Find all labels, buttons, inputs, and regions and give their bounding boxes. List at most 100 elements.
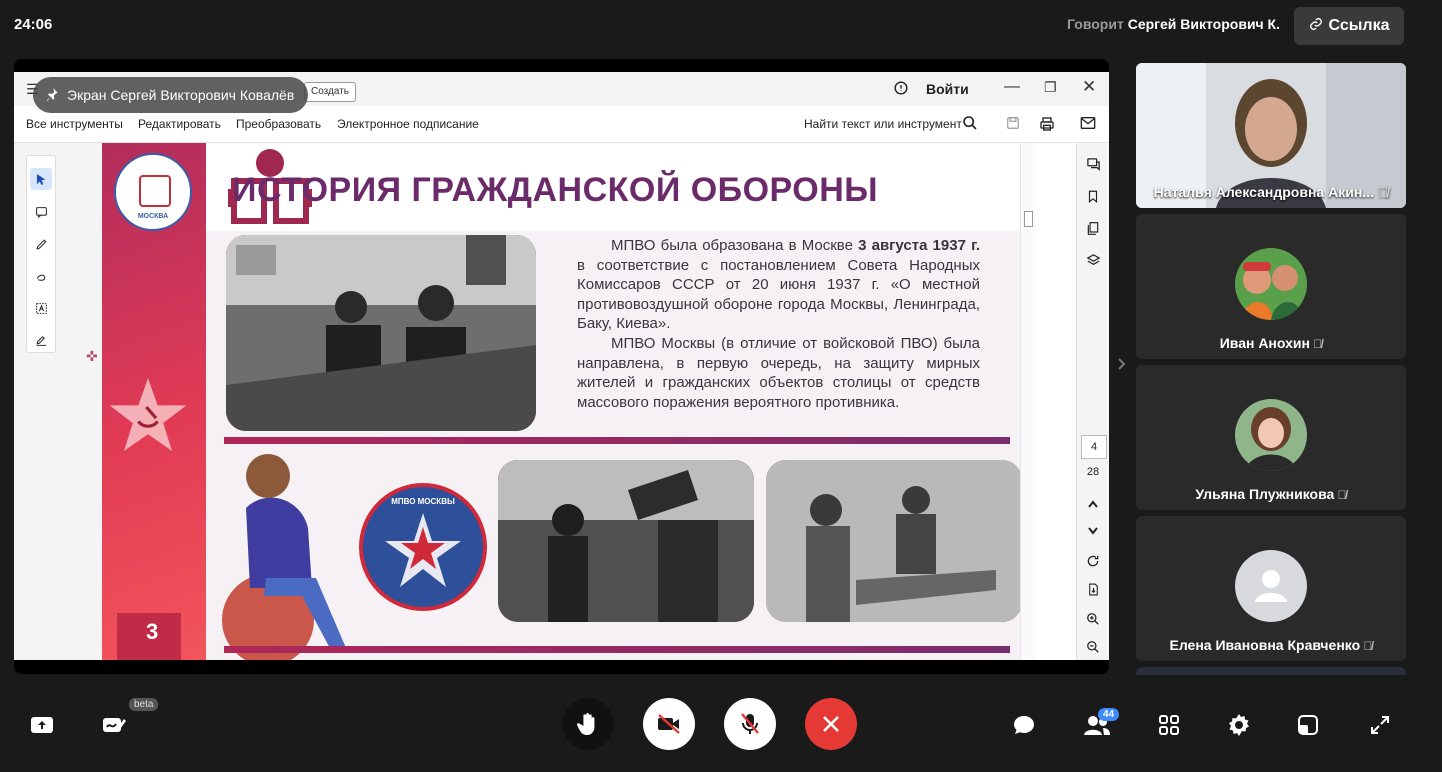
slide-divider — [224, 437, 1010, 444]
participant-tile-5-peek[interactable] — [1136, 667, 1406, 675]
page-total: 28 — [1086, 466, 1100, 478]
para2: МПВО Москвы (в отличие от войсковой ПВО)… — [577, 334, 980, 411]
print-icon[interactable] — [1039, 116, 1055, 137]
para1-start: МПВО была образована в Москве — [611, 237, 859, 254]
participant-tile-2[interactable]: Иван Анохин 🎙̸ — [1136, 214, 1406, 359]
mic-off-icon — [741, 713, 759, 734]
methodical-center-logo: МОСКВА — [114, 153, 192, 231]
pin-icon — [45, 87, 59, 104]
upload-icon — [31, 717, 53, 733]
mic-toggle-button[interactable] — [724, 698, 776, 750]
expand-icon — [1371, 716, 1389, 734]
minimize-icon[interactable]: — — [1004, 78, 1020, 96]
vertical-scrollbar[interactable] — [1020, 143, 1035, 660]
chat-button[interactable] — [1004, 705, 1044, 745]
export-pdf-icon[interactable] — [1082, 578, 1104, 600]
comments-icon[interactable] — [1082, 153, 1104, 175]
screen-share-label[interactable]: Экран Сергей Викторович Ковалёв — [33, 77, 309, 113]
comment-tool-icon[interactable] — [30, 201, 52, 223]
participant-name: Наталья Александровна Акин... 🎙̸ — [1153, 184, 1389, 200]
slide-title: ИСТОРИЯ ГРАЖДАНСКОЙ ОБОРОНЫ — [232, 171, 879, 209]
scroll-thumb[interactable] — [1024, 211, 1033, 227]
participant-name: Иван Анохин 🎙̸ — [1219, 335, 1323, 351]
crosshair-cursor-icon: ✜ — [86, 348, 98, 364]
whiteboard-icon — [103, 718, 126, 732]
rotate-icon[interactable] — [1082, 550, 1104, 572]
mic-off-icon: 🎙̸ — [1360, 639, 1373, 653]
create-button[interactable]: Создать — [304, 82, 357, 102]
end-call-button[interactable] — [805, 698, 857, 750]
chevron-down-icon[interactable] — [1082, 520, 1104, 542]
picture-in-picture-button[interactable] — [1288, 705, 1328, 745]
participant-tile-3[interactable]: Ульяна Плужникова 🎙̸ — [1136, 365, 1406, 510]
raise-hand-button[interactable] — [562, 698, 614, 750]
save-icon[interactable] — [1006, 116, 1020, 135]
slide-body-text: МПВО была образована в Москве 3 августа … — [577, 236, 980, 412]
mail-icon[interactable] — [1080, 116, 1096, 135]
camera-toggle-button[interactable] — [643, 698, 695, 750]
chevron-up-icon[interactable] — [1082, 493, 1104, 515]
select-tool-icon[interactable] — [30, 168, 52, 190]
bookmark-icon[interactable] — [1082, 185, 1104, 207]
mic-off-icon: 🎙̸ — [1334, 488, 1347, 502]
sign-tool-icon[interactable] — [30, 329, 52, 351]
avatar — [1235, 248, 1307, 320]
zoom-in-icon[interactable] — [1082, 608, 1104, 630]
layers-icon[interactable] — [1082, 249, 1104, 271]
acrobat-window: ☰ Создать Войти — ❐ ✕ Все инструменты Ре… — [14, 72, 1109, 660]
participant-tile-1[interactable]: Наталья Александровна Акин... 🎙̸ — [1136, 63, 1406, 208]
draw-tool-icon[interactable] — [30, 266, 52, 288]
gear-icon — [1229, 714, 1249, 736]
para1-date: 3 августа 1937 г. — [858, 237, 980, 254]
participant-name: Елена Ивановна Кравченко 🎙̸ — [1169, 637, 1373, 653]
menu-esign[interactable]: Электронное подписание — [337, 117, 479, 131]
para1-end: в соответствие с постановлением Совета Н… — [577, 256, 980, 333]
search-icon[interactable] — [962, 115, 978, 136]
menu-edit[interactable]: Редактировать — [138, 117, 221, 131]
highlight-tool-icon[interactable] — [30, 233, 52, 255]
page-number-input[interactable]: 4 — [1081, 435, 1107, 459]
close-icon — [823, 716, 839, 732]
settings-button[interactable] — [1219, 705, 1259, 745]
participant-tile-4[interactable]: Елена Ивановна Кравченко 🎙̸ — [1136, 516, 1406, 661]
emblem-caption: МПВО МОСКВЫ — [391, 497, 455, 506]
zoom-out-icon[interactable] — [1082, 636, 1104, 658]
close-icon[interactable]: ✕ — [1082, 77, 1096, 97]
text-box-tool-icon[interactable] — [30, 297, 52, 319]
mic-off-icon: 🎙̸ — [1309, 337, 1323, 351]
beta-badge: beta — [129, 698, 159, 711]
share-screen-button[interactable] — [22, 705, 62, 745]
restore-icon[interactable]: ❐ — [1044, 79, 1057, 96]
speaking-prefix: Говорит — [1067, 16, 1124, 32]
menu-all-tools[interactable]: Все инструменты — [26, 117, 123, 131]
photo-first-aid-gas-masks — [766, 460, 1020, 622]
whiteboard-button[interactable] — [94, 705, 134, 745]
speaking-name: Сергей Викторович К. — [1127, 16, 1280, 32]
hand-icon — [577, 713, 595, 735]
person-on-ball-illustration — [222, 454, 346, 660]
slide-page-number: 3 — [146, 619, 159, 644]
slide-left-band: МОСКВА 3 — [102, 143, 206, 660]
mic-off-icon: 🎙̸ — [1377, 184, 1389, 200]
participants-count-badge: 44 — [1098, 708, 1120, 721]
acrobat-right-panel: 4 28 — [1076, 143, 1109, 660]
menu-convert[interactable]: Преобразовать — [236, 117, 321, 131]
pages-icon[interactable] — [1082, 217, 1104, 239]
fullscreen-button[interactable] — [1360, 705, 1400, 745]
speaking-indicator: Говорит Сергей Викторович К. — [1067, 16, 1280, 32]
mpvo-moscow-emblem: МПВО МОСКВЫ — [359, 483, 487, 611]
chevron-right-icon[interactable] — [1117, 357, 1127, 376]
signin-button[interactable]: Войти — [926, 81, 969, 97]
acrobat-left-panel: ✜ — [14, 143, 102, 660]
layout-grid-button[interactable] — [1149, 705, 1189, 745]
presentation-slide: МОСКВА 3 ИСТОРИЯ ГРАЖДАНСКОЙ ОБОРОНЫ МПВ… — [102, 143, 1020, 660]
logo-caption: МОСКВА — [137, 213, 169, 220]
help-icon[interactable] — [894, 81, 908, 100]
soviet-star-icon — [109, 378, 187, 451]
link-icon — [1309, 17, 1323, 36]
photo-anti-aircraft-crew — [498, 460, 754, 622]
clock: 24:06 — [14, 16, 53, 33]
participant-name: Ульяна Плужникова 🎙̸ — [1195, 486, 1347, 502]
link-button[interactable]: Ссылка — [1294, 7, 1404, 45]
search-tools-input[interactable]: Найти текст или инструмент — [804, 117, 962, 131]
